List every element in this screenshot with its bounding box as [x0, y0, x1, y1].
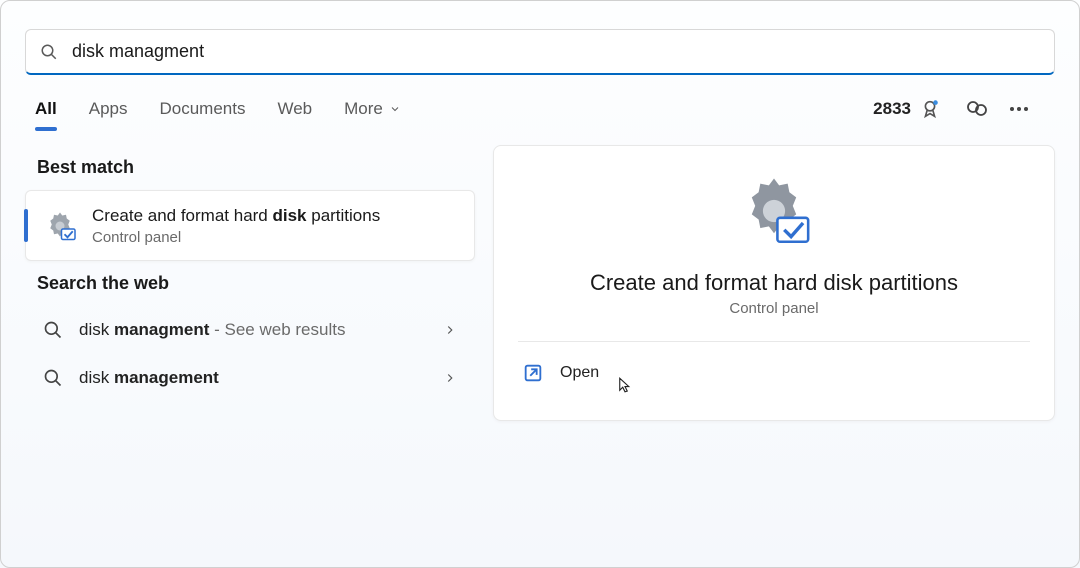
search-icon — [40, 43, 58, 61]
results-list: Best match Create and format hard disk p… — [25, 145, 475, 421]
search-bar[interactable] — [25, 29, 1055, 75]
gear-check-icon-large — [733, 170, 815, 252]
divider — [518, 341, 1030, 342]
open-button[interactable]: Open — [518, 350, 1030, 396]
tab-more[interactable]: More — [344, 93, 401, 125]
results-area: Best match Create and format hard disk p… — [1, 133, 1079, 421]
tab-apps[interactable]: Apps — [89, 93, 128, 125]
rewards-medal-icon — [919, 98, 941, 120]
best-match-text: Create and format hard disk partitions C… — [92, 205, 380, 246]
open-external-icon — [522, 362, 544, 384]
preview-subtitle: Control panel — [729, 300, 818, 317]
rewards-points[interactable]: 2833 — [873, 98, 941, 120]
cursor-icon — [616, 374, 634, 396]
search-web-header: Search the web — [37, 273, 475, 294]
best-match-header: Best match — [37, 157, 475, 178]
preview-panel: Create and format hard disk partitions C… — [493, 145, 1055, 421]
best-match-result[interactable]: Create and format hard disk partitions C… — [25, 190, 475, 261]
preview-title: Create and format hard disk partitions — [590, 270, 958, 296]
web-result-1[interactable]: disk management — [25, 354, 475, 402]
open-label: Open — [560, 364, 599, 382]
tab-web[interactable]: Web — [277, 93, 312, 125]
tab-all[interactable]: All — [35, 93, 57, 125]
chat-icon[interactable] — [965, 97, 989, 121]
chevron-right-icon — [443, 323, 457, 337]
search-icon — [43, 368, 63, 388]
search-input[interactable] — [72, 41, 1040, 62]
search-icon — [43, 320, 63, 340]
web-result-0[interactable]: disk managment - See web results — [25, 306, 475, 354]
filter-tabs: All Apps Documents Web More 2833 — [1, 75, 1079, 133]
gear-check-icon — [42, 208, 78, 244]
tab-documents[interactable]: Documents — [159, 93, 245, 125]
chevron-right-icon — [443, 371, 457, 385]
chevron-down-icon — [389, 103, 401, 115]
more-options-icon[interactable] — [1007, 97, 1031, 121]
